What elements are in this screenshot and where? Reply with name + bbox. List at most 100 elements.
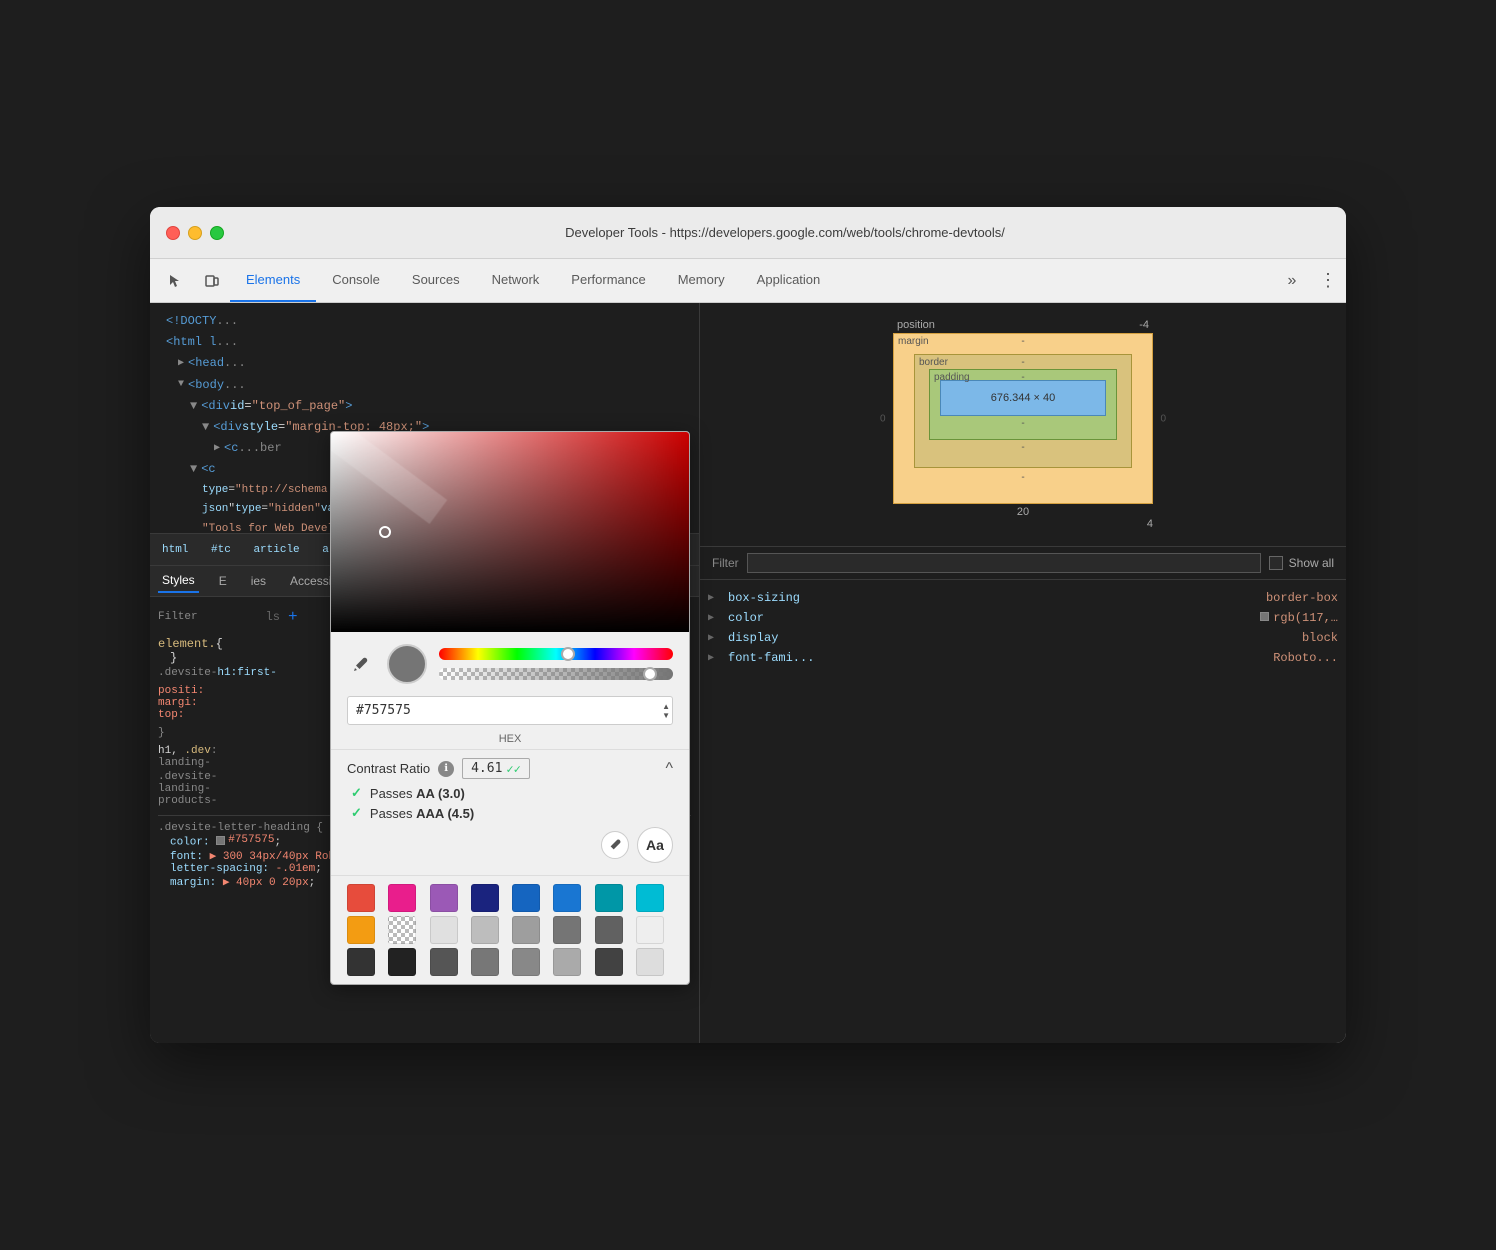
tab-elements[interactable]: Elements (230, 259, 316, 302)
color-gradient-area[interactable] (331, 432, 689, 632)
swatches-section (331, 875, 689, 984)
box-padding: padding - 676.344 × 40 - (929, 369, 1117, 440)
tab-performance[interactable]: Performance (555, 259, 661, 302)
swatch-teal[interactable] (595, 884, 623, 912)
computed-row-display[interactable]: ▶ display block (708, 628, 1338, 648)
swatch-darkgray1[interactable] (595, 916, 623, 944)
show-all-checkbox[interactable] (1269, 556, 1283, 570)
tab-memory[interactable]: Memory (662, 259, 741, 302)
swatch-gray1[interactable] (512, 916, 540, 944)
swatch-darkgray2[interactable] (430, 948, 458, 976)
breadcrumb-html[interactable]: html (158, 542, 192, 558)
border-bottom-val: - (929, 442, 1117, 453)
swatch-transparent[interactable] (388, 916, 416, 944)
padding-top-val: - (1021, 372, 1024, 383)
expand-icon: ▶ (708, 612, 720, 624)
contrast-info-icon[interactable]: ℹ (438, 761, 454, 777)
dom-line: ▼<div id="top_of_page"> (150, 396, 699, 417)
computed-row-color[interactable]: ▶ color rgb(117,… (708, 608, 1338, 628)
hex-arrows[interactable]: ▲ ▼ (660, 700, 672, 722)
contrast-actions: Aa (347, 827, 673, 863)
swatch-cyan[interactable] (636, 884, 664, 912)
position-label: position (897, 319, 935, 331)
add-style-button[interactable]: + (288, 608, 298, 626)
content-size: 676.344 × 40 (991, 392, 1056, 404)
styles-tab[interactable]: Styles (158, 569, 199, 593)
contrast-expand-icon[interactable]: ^ (665, 760, 673, 778)
hex-input[interactable] (348, 697, 660, 724)
computed-properties: ▶ box-sizing border-box ▶ color rgb(117,… (700, 580, 1346, 676)
expand-icon: ▶ (708, 632, 720, 644)
filter-label: Filter (158, 611, 198, 623)
swatch-orange[interactable] (347, 916, 375, 944)
outer-right-val: 4 (893, 518, 1153, 530)
window-title: Developer Tools - https://developers.goo… (240, 225, 1330, 240)
swatch-verylightgray[interactable] (636, 916, 664, 944)
up-arrow-icon[interactable]: ▲ (662, 702, 670, 711)
right-panel: position -4 margin - border - (700, 303, 1346, 1043)
swatch-charcoal[interactable] (595, 948, 623, 976)
margin-label: margin (898, 336, 929, 347)
eyedropper-button[interactable] (347, 650, 375, 678)
box-model-visualization: position -4 margin - border - (893, 319, 1153, 530)
computed-row-box-sizing[interactable]: ▶ box-sizing border-box (708, 588, 1338, 608)
contrast-pass-aa: ✓ Passes AA (3.0) (351, 785, 673, 801)
dom-line: <!DOCTY... (150, 311, 699, 332)
close-button[interactable] (166, 226, 180, 240)
alpha-slider[interactable] (439, 668, 673, 680)
swatch-nearblack[interactable] (347, 948, 375, 976)
dom-line: <html l... (150, 332, 699, 353)
show-all-row: Show all (1269, 556, 1334, 570)
contrast-section: Contrast Ratio ℹ 4.61 ✓✓ ^ ✓ Passes AA (… (331, 749, 689, 875)
event-listeners-tab[interactable]: E (215, 570, 231, 592)
margin-top-val: - (1021, 336, 1024, 347)
dom-line: ▶<head... (150, 353, 699, 374)
swatch-lightgray1[interactable] (430, 916, 458, 944)
contrast-eyedropper-button[interactable] (601, 831, 629, 859)
contrast-pass-aaa: ✓ Passes AAA (4.5) (351, 805, 673, 821)
computed-filter-input[interactable] (747, 553, 1261, 573)
breadcrumb-tc[interactable]: #tc (207, 542, 235, 558)
computed-row-font[interactable]: ▶ font-fami... Roboto... (708, 648, 1338, 668)
tab-sources[interactable]: Sources (396, 259, 476, 302)
contrast-header: Contrast Ratio ℹ 4.61 ✓✓ ^ (347, 758, 673, 779)
swatch-pink[interactable] (388, 884, 416, 912)
swatch-lightgray2[interactable] (471, 916, 499, 944)
contrast-ratio-box: 4.61 ✓✓ (462, 758, 530, 779)
computed-filter-row: Filter Show all (700, 546, 1346, 580)
properties-tab[interactable]: ies (247, 570, 270, 592)
swatch-palegray[interactable] (636, 948, 664, 976)
swatches-grid (347, 884, 673, 976)
down-arrow-icon[interactable]: ▼ (662, 711, 670, 720)
check-aa-icon: ✓ (351, 785, 362, 801)
hue-slider[interactable] (439, 648, 673, 660)
hue-thumb[interactable] (561, 647, 575, 661)
box-margin: margin - border - padding - (893, 333, 1153, 504)
computed-filter-label: Filter (712, 556, 739, 570)
text-preview-button[interactable]: Aa (637, 827, 673, 863)
maximize-button[interactable] (210, 226, 224, 240)
minimize-button[interactable] (188, 226, 202, 240)
swatch-darkblue[interactable] (471, 884, 499, 912)
swatch-midgray1[interactable] (471, 948, 499, 976)
select-element-icon[interactable] (158, 259, 194, 302)
alpha-thumb[interactable] (643, 667, 657, 681)
tab-network[interactable]: Network (476, 259, 556, 302)
tab-console[interactable]: Console (316, 259, 396, 302)
swatch-lightgray3[interactable] (553, 948, 581, 976)
breadcrumb-article[interactable]: article (249, 542, 303, 558)
tab-application[interactable]: Application (741, 259, 837, 302)
device-toolbar-icon[interactable] (194, 259, 230, 302)
swatch-blue1[interactable] (512, 884, 540, 912)
swatch-purple[interactable] (430, 884, 458, 912)
box-content: 676.344 × 40 (940, 380, 1106, 416)
swatch-blue2[interactable] (553, 884, 581, 912)
kebab-menu-button[interactable]: ⋮ (1310, 259, 1346, 302)
padding-label: padding (934, 372, 970, 383)
more-tabs-button[interactable]: » (1274, 259, 1310, 302)
swatch-black[interactable] (388, 948, 416, 976)
swatch-red[interactable] (347, 884, 375, 912)
swatch-midgray2[interactable] (512, 948, 540, 976)
swatch-gray2[interactable] (553, 916, 581, 944)
hex-input-container: ▲ ▼ (347, 696, 673, 725)
